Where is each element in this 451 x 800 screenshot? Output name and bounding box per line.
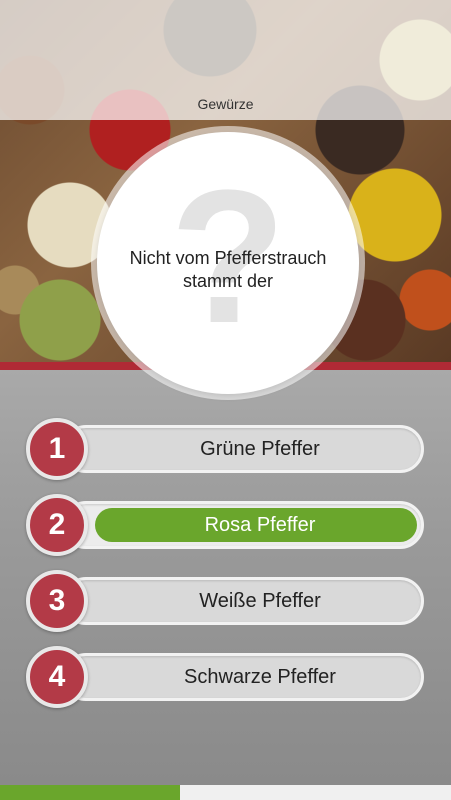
category-title: Gewürze	[197, 96, 254, 112]
answer-label[interactable]: Rosa Pfeffer	[96, 501, 424, 549]
answer-option-4[interactable]: Schwarze Pfeffer 4	[26, 646, 424, 708]
answer-number-badge[interactable]: 1	[26, 418, 88, 480]
answer-option-1[interactable]: Grüne Pfeffer 1	[26, 418, 424, 480]
question-text: Nicht vom Pfefferstrauch stammt der	[129, 248, 327, 291]
question-circle: ? Nicht vom Pfefferstrauch stammt der	[97, 132, 359, 394]
progress-bar	[0, 785, 451, 800]
progress-fill	[0, 785, 181, 800]
answer-label[interactable]: Weiße Pfeffer	[96, 577, 424, 625]
answer-option-2[interactable]: Rosa Pfeffer 2	[26, 494, 424, 556]
answer-label[interactable]: Schwarze Pfeffer	[96, 653, 424, 701]
answer-label[interactable]: Grüne Pfeffer	[96, 425, 424, 473]
answer-number-badge[interactable]: 3	[26, 570, 88, 632]
answer-option-3[interactable]: Weiße Pfeffer 3	[26, 570, 424, 632]
answer-number-badge[interactable]: 2	[26, 494, 88, 556]
answer-number-badge[interactable]: 4	[26, 646, 88, 708]
